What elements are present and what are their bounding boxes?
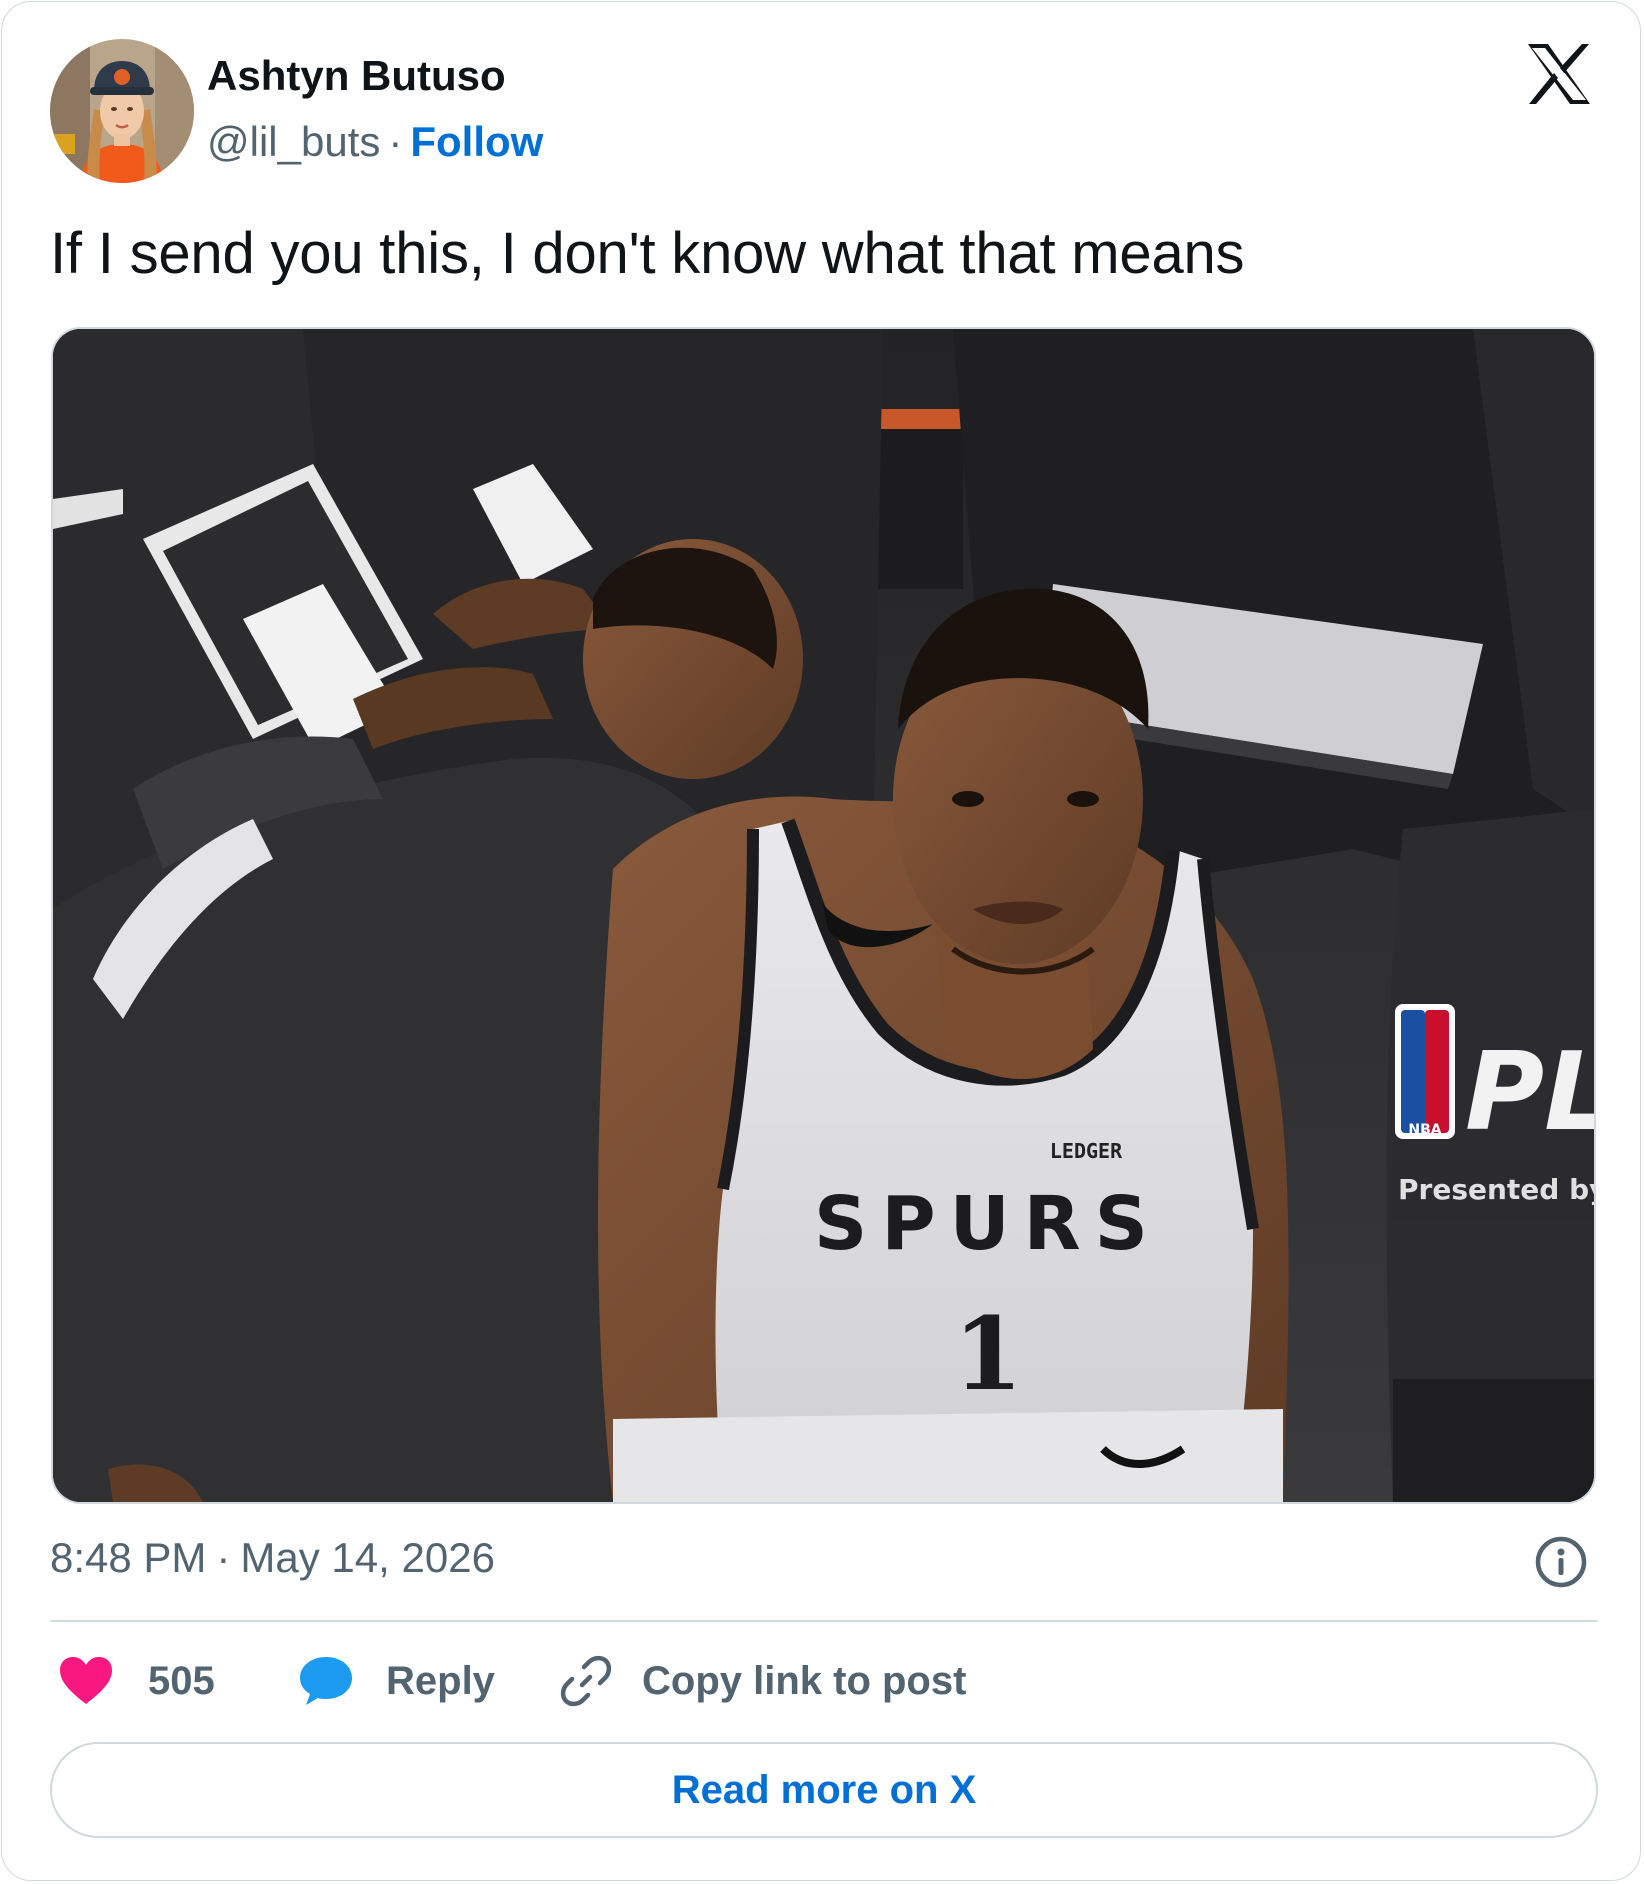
timestamp-separator: · xyxy=(216,1534,231,1581)
author-name[interactable]: Ashtyn Butuso xyxy=(207,52,506,100)
avatar-photo xyxy=(50,39,194,183)
jersey-team-name: SPURS xyxy=(814,1181,1162,1267)
post-date: May 14, 2026 xyxy=(240,1534,495,1581)
follow-button[interactable]: Follow xyxy=(410,118,543,165)
speech-bubble-icon xyxy=(300,1657,352,1705)
banner-nba-logo: NBA xyxy=(1408,1122,1441,1138)
reply-label: Reply xyxy=(386,1658,495,1703)
like-count: 505 xyxy=(148,1658,215,1703)
like-button[interactable]: 505 xyxy=(58,1650,215,1712)
basketball-photo: LEDGER SPURS 1 NBA PLA Presented by Goo xyxy=(53,329,1594,1502)
copy-link-label: Copy link to post xyxy=(642,1658,967,1703)
handle-separator: · xyxy=(388,118,403,165)
copy-link-button[interactable]: Copy link to post xyxy=(560,1650,966,1712)
post-time: 8:48 PM xyxy=(50,1534,207,1581)
embedded-post-card: Ashtyn Butuso @lil_buts · Follow If I send… xyxy=(1,1,1641,1881)
jersey-sponsor: LEDGER xyxy=(1050,1139,1123,1163)
heart-icon xyxy=(60,1657,112,1704)
reply-button[interactable]: Reply xyxy=(298,1650,495,1712)
post-media-image[interactable]: LEDGER SPURS 1 NBA PLA Presented by Goo xyxy=(51,327,1596,1504)
link-icon xyxy=(560,1655,612,1707)
jersey-number: 1 xyxy=(953,1295,1023,1413)
author-handle[interactable]: @lil_buts xyxy=(207,118,380,165)
post-timestamp[interactable]: 8:48 PM · May 14, 2026 xyxy=(50,1534,495,1582)
post-text: If I send you this, I don't know what th… xyxy=(50,221,1245,286)
info-icon[interactable] xyxy=(1534,1535,1588,1589)
read-more-button[interactable]: Read more on X xyxy=(50,1742,1598,1838)
banner-sub: Presented by Goo xyxy=(1398,1173,1594,1206)
author-handle-row: @lil_buts · Follow xyxy=(207,118,543,166)
author-avatar[interactable] xyxy=(50,39,194,183)
x-logo-icon[interactable] xyxy=(1526,42,1592,106)
banner-headline: PLA xyxy=(1465,1030,1594,1155)
divider xyxy=(50,1620,1598,1622)
